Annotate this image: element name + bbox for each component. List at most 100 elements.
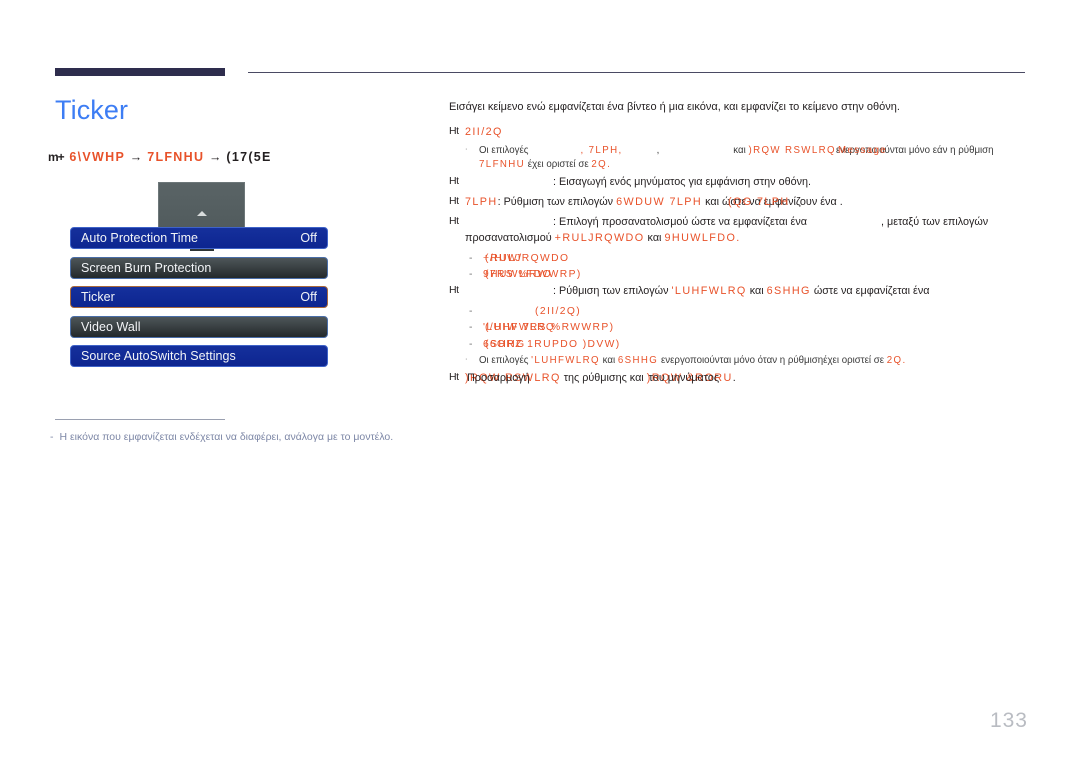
- osd-row-value: Off: [300, 290, 317, 304]
- overlapping-glyph-cluster: ενεργοποιούνται Message: [836, 144, 906, 158]
- overlap-over-8: Προσαρμογή: [467, 372, 530, 384]
- list-marker-icon-6: Ht: [449, 371, 459, 383]
- overlap-over-2: (QG 7LPH: [728, 196, 790, 208]
- note-comma: ,: [656, 144, 660, 156]
- spec-text-pos-d: και: [647, 232, 662, 245]
- header-accent-bar: [55, 68, 225, 76]
- spec-label-off-on: 2II/2Q: [465, 125, 503, 138]
- breadcrumb-menu-icon: m+: [48, 150, 65, 164]
- spec-text-and: και: [705, 196, 719, 208]
- osd-row-label: Ticker: [81, 290, 115, 304]
- spec-option-speed: - 6SHHG (6ORZ 1RUPDO )DVW): [449, 337, 1034, 352]
- osd-row-label: Video Wall: [81, 320, 141, 334]
- list-marker-icon-3: Ht: [449, 195, 459, 207]
- breadcrumb-arrow-icon-2: →: [208, 150, 222, 164]
- footnote-divider: [55, 419, 225, 420]
- header-rule: [55, 68, 1025, 76]
- breadcrumb: m+ 6\VWHP → 7LFNHU → (17(5E: [48, 150, 272, 164]
- note-text-i: έχει οριστεί σε: [527, 158, 589, 170]
- overlap-over-5: (/HIW 7RS %RWWRP): [485, 322, 615, 334]
- spec-text-pos-c: προσανατολισμού: [465, 232, 552, 245]
- overlapping-glyph-cluster-7: έχει οριστεί σε: [823, 354, 884, 368]
- osd-row-label: Screen Burn Protection: [81, 261, 212, 275]
- note-red-font-option: )RQW RSWLRQ: [748, 144, 836, 156]
- spec-red-vertical: 9HUWLFDO.: [664, 232, 741, 245]
- spec-red-start-time: 6WDUW 7LPH: [616, 196, 703, 208]
- spec-option-horizontal: - +RULJRQWDO (/HIW/: [449, 251, 1034, 266]
- list-marker-icon: Ht: [449, 124, 459, 137]
- dash-bullet-icon-4: -: [469, 322, 473, 334]
- dash-bullet-icon: -: [469, 252, 473, 264]
- note-off-on: ‧ Οι επιλογές , 7LPH,, και )RQW RSWLRQενερ…: [449, 144, 1034, 172]
- osd-row-label: Source AutoSwitch Settings: [81, 349, 236, 363]
- spec-block-position: Ht : Επιλογή προσανατολισμού ώστε να εμφ…: [449, 214, 1034, 246]
- spec-text-font-a: της ρύθμισης: [563, 372, 627, 384]
- osd-row-label: Auto Protection Time: [81, 231, 199, 245]
- osd-row[interactable]: Screen Burn Protection: [70, 257, 328, 279]
- note-bullet-icon-2: ‧: [465, 354, 468, 364]
- osd-menu-screenshot: Auto Protection Time Off Screen Burn Pro…: [70, 182, 330, 372]
- spec-option-direction: - 'LUHFWLRQ (/HIW 7RS %RWWRP): [449, 320, 1034, 335]
- osd-row-ticker[interactable]: Ticker Off: [70, 286, 328, 308]
- spec-red-direction: 'LUHFWLRQ: [671, 285, 747, 298]
- note-text-b5c: και: [602, 354, 616, 366]
- spec-text-motion-c: ώστε να εμφανίζεται ένα: [813, 285, 930, 298]
- osd-row[interactable]: Auto Protection Time Off: [70, 227, 328, 249]
- note-text-g: μόνο εάν η ρύθμιση: [908, 144, 994, 156]
- spec-text-pos-b: , μεταξύ των επιλογών: [881, 216, 989, 229]
- osd-row-value: Off: [300, 231, 317, 245]
- note-red-on: 2Q.: [591, 158, 612, 170]
- overlap-over-4: (7RS %RWWRP): [485, 269, 582, 280]
- overlap-over-6: (6ORZ 1RUPDO )DVW): [485, 338, 621, 350]
- list-marker-icon-2: Ht: [449, 174, 459, 187]
- note-red-direction: 'LUHFWLRQ: [531, 354, 600, 366]
- page-number: 133: [989, 709, 1028, 732]
- note-red-time: , 7LPH,: [580, 144, 623, 156]
- spec-option-vertical: - 9HUWLFDO (7RS %RWWRP): [449, 267, 1034, 282]
- spec-block-motion: Ht : Ρύθμιση των επιλογών 'LUHFWLRQ και …: [449, 283, 1034, 299]
- breadcrumb-item-ticker: 7LFNHU: [147, 150, 205, 164]
- breadcrumb-arrow-icon: →: [129, 150, 143, 164]
- note-bullet-icon: ‧: [465, 144, 468, 154]
- overlapping-glyph-cluster-5: 'LUHFWLRQ (/HIW 7RS %RWWRP): [483, 320, 613, 335]
- spec-block-message: Ht : Εισαγωγή ενός μηνύματος για εμφάνισ…: [449, 174, 1034, 190]
- spec-text-time-a: : Ρύθμιση των επιλογών: [497, 196, 614, 208]
- osd-row[interactable]: Video Wall: [70, 316, 328, 338]
- overlapping-glyph-cluster-9: )RQW &RORU του μηνύματος: [647, 370, 733, 386]
- breadcrumb-item-enter: (17(5E: [226, 150, 272, 164]
- overlapping-glyph-cluster-8: )RQW RSWLRQ Προσαρμογή: [465, 370, 561, 386]
- breadcrumb-item-system: 6\VWHP: [69, 150, 126, 164]
- spec-text-motion-b: και: [749, 285, 764, 298]
- spec-label-time: 7LPH: [465, 196, 498, 208]
- note-text-and: και: [733, 144, 746, 156]
- spec-red-offon: (2II/2Q): [535, 305, 582, 317]
- spec-block-off-on: Ht 2II/2Q: [449, 124, 1034, 140]
- note-direction-speed: ‧ Οι επιλογές 'LUHFWLRQ και 6SHHG ενεργο…: [449, 354, 1034, 368]
- note-text-b5a: Οι επιλογές: [479, 354, 529, 366]
- overlap-under-7: έχει οριστεί σε: [823, 354, 885, 366]
- footnote: - Η εικόνα που εμφανίζεται ενδέχεται να …: [50, 430, 440, 445]
- spec-block-time: Ht 7LPH: Ρύθμιση των επιλογών 6WDUW 7LPH…: [449, 194, 1034, 210]
- note-red-speed: 6SHHG: [617, 354, 659, 366]
- spec-text-font-c: .: [732, 372, 736, 384]
- spec-text-message: : Εισαγωγή ενός μηνύματος για εμφάνιση σ…: [553, 175, 811, 188]
- scroll-up-arrow-icon: [196, 211, 207, 216]
- overlapping-glyph-cluster-4: 9HUWLFDO (7RS %RWWRP): [483, 267, 580, 282]
- list-marker-icon-5: Ht: [449, 284, 459, 297]
- intro-paragraph: Εισάγει κείμενο ενώ εμφανίζεται ένα βίντ…: [449, 101, 900, 113]
- dash-bullet-icon-2: -: [469, 269, 473, 280]
- osd-row[interactable]: Source AutoSwitch Settings: [70, 345, 328, 367]
- note-red-on-2: 2Q.: [886, 354, 907, 366]
- overlap-over-9: του μηνύματος: [648, 372, 720, 384]
- spec-text-motion-a: : Ρύθμιση των επιλογών: [553, 285, 669, 298]
- overlapping-glyph-cluster-6: 6SHHG (6ORZ 1RUPDO )DVW): [483, 337, 619, 352]
- footnote-text: Η εικόνα που εμφανίζεται ενδέχεται να δι…: [59, 431, 394, 443]
- spec-text-pos-a: : Επιλογή προσανατολισμού ώστε να εμφανί…: [553, 216, 808, 229]
- note-text-b5e: ενεργοποιούνται μόνο όταν η ρύθμιση: [660, 354, 824, 366]
- content-column: Εισάγει κείμενο ενώ εμφανίζεται ένα βίντ…: [449, 99, 1034, 390]
- spec-red-speed: 6SHHG: [766, 285, 811, 298]
- note-text-a: Οι επιλογές: [479, 144, 529, 156]
- spec-text-font-b: και: [629, 372, 644, 384]
- footnote-dash: -: [50, 431, 54, 443]
- spec-block-font: Ht )RQW RSWLRQ Προσαρμογή της ρύθμισης κα…: [449, 370, 1034, 386]
